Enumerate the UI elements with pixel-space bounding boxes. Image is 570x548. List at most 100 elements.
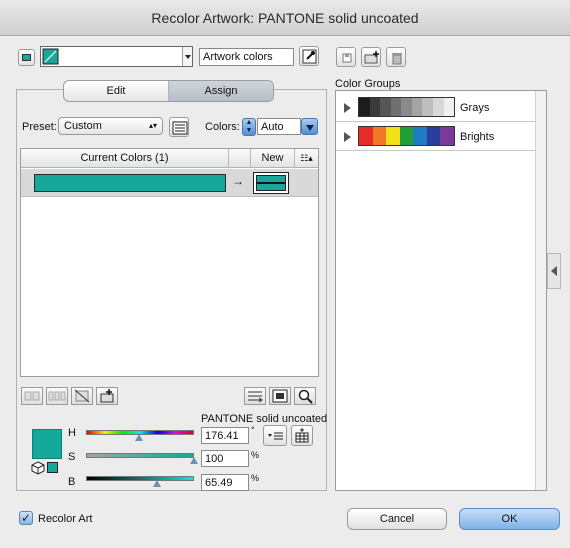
stepper-arrows-icon: ▲ ▼ (245, 119, 253, 134)
new-row-icon (100, 389, 114, 403)
saturation-slider[interactable] (86, 453, 194, 458)
color-swatch[interactable] (380, 98, 391, 116)
recolor-artwork-dialog: Recolor Artwork: PANTONE solid uncoated … (0, 0, 570, 548)
new-color-cell[interactable] (253, 172, 289, 194)
color-swatch[interactable] (440, 127, 455, 145)
color-swatch[interactable] (401, 98, 412, 116)
merge-colors-button[interactable] (21, 387, 43, 405)
color-swatch[interactable] (432, 98, 444, 116)
collapse-panel-handle[interactable] (547, 253, 561, 289)
randomize-order-button[interactable] (244, 387, 266, 405)
list-item[interactable]: Brights (336, 122, 536, 151)
colors-table: Current Colors (1) New ☷▴ → (20, 148, 319, 377)
exclude-icon (74, 389, 90, 403)
new-group-button[interactable] (361, 47, 381, 67)
color-groups-scrollbar[interactable] (535, 91, 546, 490)
color-swatch[interactable] (390, 98, 402, 116)
window-title: Recolor Artwork: PANTONE solid uncoated (0, 0, 570, 36)
color-swatch[interactable] (372, 127, 387, 145)
disclosure-triangle-icon[interactable] (344, 103, 351, 113)
artwork-colors-field[interactable]: Artwork colors (199, 48, 294, 66)
color-group-icon (42, 48, 59, 65)
color-swatch[interactable] (399, 127, 414, 145)
randomize-order-icon (248, 391, 263, 403)
recolor-art-label: Recolor Art (38, 513, 93, 525)
color-swatch[interactable] (411, 98, 423, 116)
color-swatch[interactable] (426, 127, 441, 145)
color-swatch[interactable] (422, 98, 433, 116)
teal-swatch-icon (22, 54, 31, 61)
saturation-input[interactable]: 100 (201, 450, 249, 467)
brightness-unit: % (251, 473, 260, 483)
color-swatch[interactable] (413, 127, 427, 145)
color-group-dropdown[interactable] (40, 46, 193, 67)
degree-unit: ° (251, 425, 255, 435)
current-color-swatch[interactable] (32, 429, 62, 459)
header-new[interactable]: New (251, 149, 295, 168)
b-label: B (68, 476, 76, 488)
list-menu-icon (268, 432, 283, 440)
list-item[interactable]: Grays (336, 93, 536, 122)
h-label: H (68, 427, 76, 439)
ok-button[interactable]: OK (459, 508, 560, 530)
delete-group-button[interactable] (386, 47, 406, 67)
colors-label: Colors: (205, 121, 240, 133)
color-mode-button[interactable] (263, 425, 287, 446)
colors-stepper[interactable]: ▲ ▼ (242, 118, 256, 136)
find-colors-button[interactable] (294, 387, 316, 405)
magnifier-icon (298, 389, 313, 404)
swatch-library-icon (295, 428, 309, 443)
hue-input[interactable]: 176.41 (201, 427, 249, 444)
edit-assign-tabs: Edit Assign (63, 80, 274, 102)
cube-icon[interactable] (31, 461, 45, 475)
chevron-left-icon (551, 266, 557, 276)
current-color-bar[interactable] (34, 174, 226, 192)
merge-icon (24, 391, 40, 401)
brights-swatches[interactable] (358, 126, 455, 146)
randomize-saturation-button[interactable] (269, 387, 291, 405)
chevron-down-icon (306, 125, 314, 131)
s-label: S (68, 451, 76, 463)
eyedropper-icon (302, 49, 317, 64)
arrow-icon[interactable]: → (232, 174, 244, 188)
saturation-slider-thumb[interactable] (190, 457, 198, 464)
brightness-slider-thumb[interactable] (152, 480, 161, 487)
save-icon (342, 53, 352, 63)
color-swatch[interactable] (369, 98, 381, 116)
new-folder-icon (364, 51, 379, 64)
exclude-colors-button[interactable] (71, 387, 93, 405)
save-group-button[interactable] (336, 47, 356, 67)
color-swatch[interactable] (359, 127, 373, 145)
column-options-icon[interactable]: ☷▴ (295, 149, 318, 168)
preset-dropdown[interactable]: Custom ▴▾ (58, 117, 163, 135)
saturation-unit: % (251, 450, 260, 460)
recolor-art-checkbox[interactable]: ✓ (19, 511, 33, 525)
preset-options-button[interactable] (169, 117, 189, 137)
checkmark-icon: ✓ (20, 511, 32, 525)
disclosure-triangle-icon[interactable] (344, 132, 351, 142)
eyedropper-button[interactable] (299, 46, 319, 66)
colors-count-field[interactable]: Auto (257, 118, 301, 135)
tab-edit[interactable]: Edit (64, 81, 169, 101)
table-row[interactable]: → (21, 169, 318, 197)
color-swatch[interactable] (386, 127, 400, 145)
out-of-gamut-swatch[interactable] (47, 462, 58, 473)
color-groups-header: Color Groups (335, 78, 401, 90)
preset-label: Preset: (22, 121, 57, 133)
grays-swatches[interactable] (358, 97, 455, 117)
brightness-input[interactable]: 65.49 (201, 474, 249, 491)
color-swatch[interactable] (443, 98, 455, 116)
colors-dropdown-button[interactable] (301, 118, 318, 135)
hue-slider-thumb[interactable] (134, 434, 143, 441)
chevron-down-icon[interactable] (182, 47, 192, 66)
color-swatch[interactable] (359, 98, 370, 116)
header-current-colors[interactable]: Current Colors (1) (21, 149, 229, 168)
separate-colors-button[interactable] (46, 387, 68, 405)
selection-swatch-button[interactable] (18, 49, 35, 66)
tab-assign[interactable]: Assign (169, 81, 273, 101)
table-header: Current Colors (1) New ☷▴ (21, 149, 318, 168)
brightness-slider[interactable] (86, 476, 194, 481)
new-row-button[interactable] (96, 387, 118, 405)
limit-to-library-button[interactable] (291, 425, 313, 446)
cancel-button[interactable]: Cancel (347, 508, 447, 530)
